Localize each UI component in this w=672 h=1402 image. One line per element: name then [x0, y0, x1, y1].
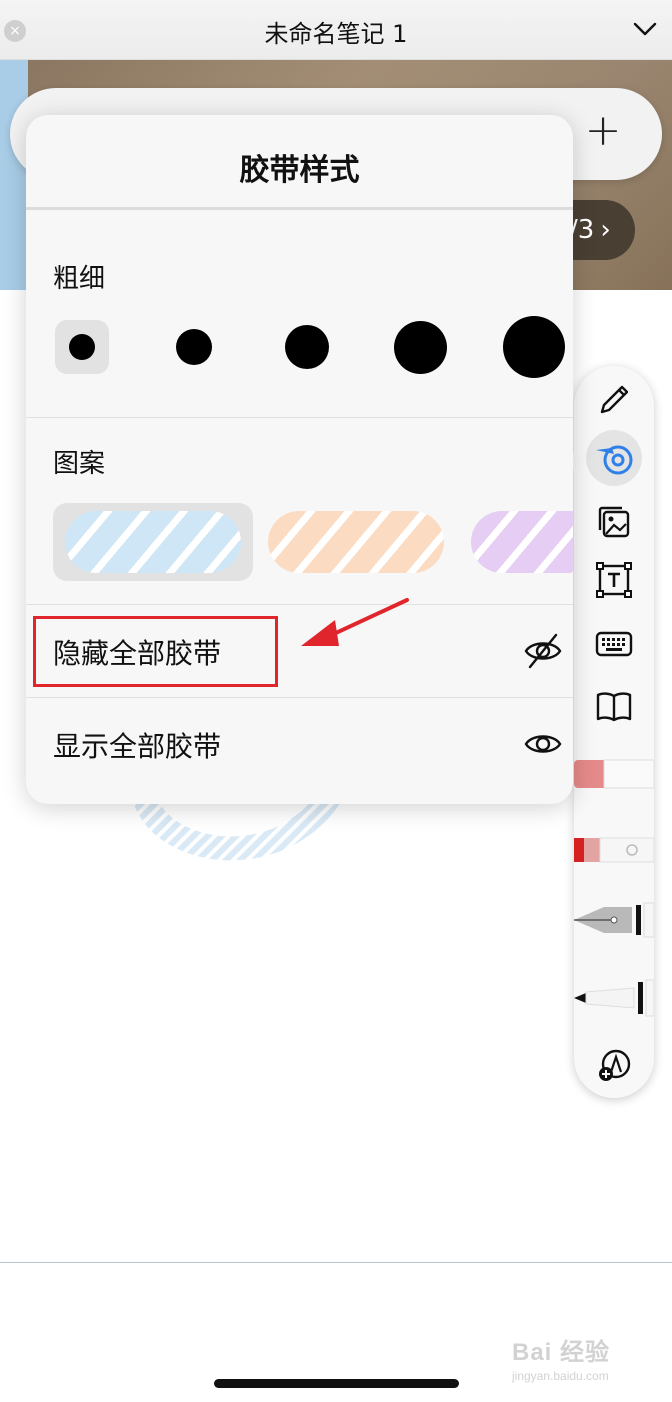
home-indicator[interactable] — [214, 1379, 459, 1388]
add-button[interactable]: + — [580, 108, 626, 154]
page-bottom-border — [0, 1262, 672, 1263]
keyboard-tool[interactable] — [574, 616, 654, 672]
pencil-icon — [600, 385, 629, 414]
divider — [26, 417, 573, 418]
image-tool[interactable] — [574, 494, 654, 550]
pattern-option-purple[interactable] — [459, 503, 573, 581]
pattern-swatch — [471, 511, 573, 573]
watermark-url: jingyan.baidu.com — [512, 1369, 609, 1383]
text-box-tool[interactable] — [574, 552, 654, 608]
keyboard-icon — [595, 631, 633, 657]
thickness-dot — [69, 334, 95, 360]
text-box-icon — [596, 562, 632, 598]
watermark: Bai 经验 jingyan.baidu.com — [512, 1332, 642, 1384]
tool-palette — [574, 366, 654, 1098]
title-bar: × 未命名笔记 1 — [0, 0, 672, 60]
thickness-label: 粗细 — [53, 264, 106, 294]
next-page-icon[interactable]: › — [600, 200, 610, 260]
page-image-left — [0, 60, 28, 290]
pencil-tool[interactable] — [574, 372, 654, 428]
thickness-option-s[interactable] — [167, 320, 221, 374]
eye-slash-icon — [524, 633, 562, 669]
red-arrow-icon — [301, 598, 409, 646]
add-tool[interactable] — [574, 1038, 654, 1094]
divider — [26, 207, 573, 210]
book-tool[interactable] — [574, 678, 654, 734]
highlight-box — [33, 616, 278, 687]
popover-title: 胶带样式 — [239, 153, 360, 188]
thickness-dot — [503, 316, 565, 378]
chevron-down-icon[interactable] — [632, 16, 658, 42]
pattern-swatch — [268, 511, 444, 573]
tape-icon — [596, 445, 633, 475]
marker-icon — [574, 979, 654, 1017]
eraser-tool[interactable] — [574, 746, 654, 802]
tape-style-popover: 胶带样式 粗细 图案 隐藏全部胶带 显示全部胶带 — [26, 115, 573, 804]
thickness-dot — [393, 320, 447, 374]
thickness-option-xs[interactable] — [55, 320, 109, 374]
show-all-tape-row[interactable]: 显示全部胶带 — [26, 698, 573, 790]
fountain-pen-tool[interactable] — [574, 892, 654, 948]
marker-tool[interactable] — [574, 970, 654, 1026]
pattern-swatch — [65, 511, 241, 573]
eraser-icon — [574, 759, 654, 789]
tape-tool[interactable] — [574, 430, 654, 486]
thickness-option-xl[interactable] — [499, 312, 569, 382]
watermark-main: Bai 经验 — [512, 1339, 611, 1366]
thickness-dot — [176, 329, 212, 365]
eye-icon — [524, 735, 562, 753]
image-icon — [598, 506, 630, 538]
note-title[interactable]: 未命名笔记 1 — [0, 14, 672, 49]
lasso-eraser-icon — [574, 837, 654, 863]
book-icon — [596, 692, 632, 722]
fountain-pen-icon — [574, 902, 654, 938]
thickness-dot — [285, 325, 329, 369]
add-tool-icon — [599, 1049, 631, 1081]
pattern-option-orange[interactable] — [256, 503, 456, 581]
thickness-option-l[interactable] — [393, 320, 447, 374]
lasso-eraser-tool[interactable] — [574, 822, 654, 878]
pattern-label: 图案 — [53, 449, 106, 479]
pattern-option-blue[interactable] — [53, 503, 253, 581]
thickness-option-m[interactable] — [280, 320, 334, 374]
show-all-tape-label: 显示全部胶带 — [53, 730, 222, 763]
